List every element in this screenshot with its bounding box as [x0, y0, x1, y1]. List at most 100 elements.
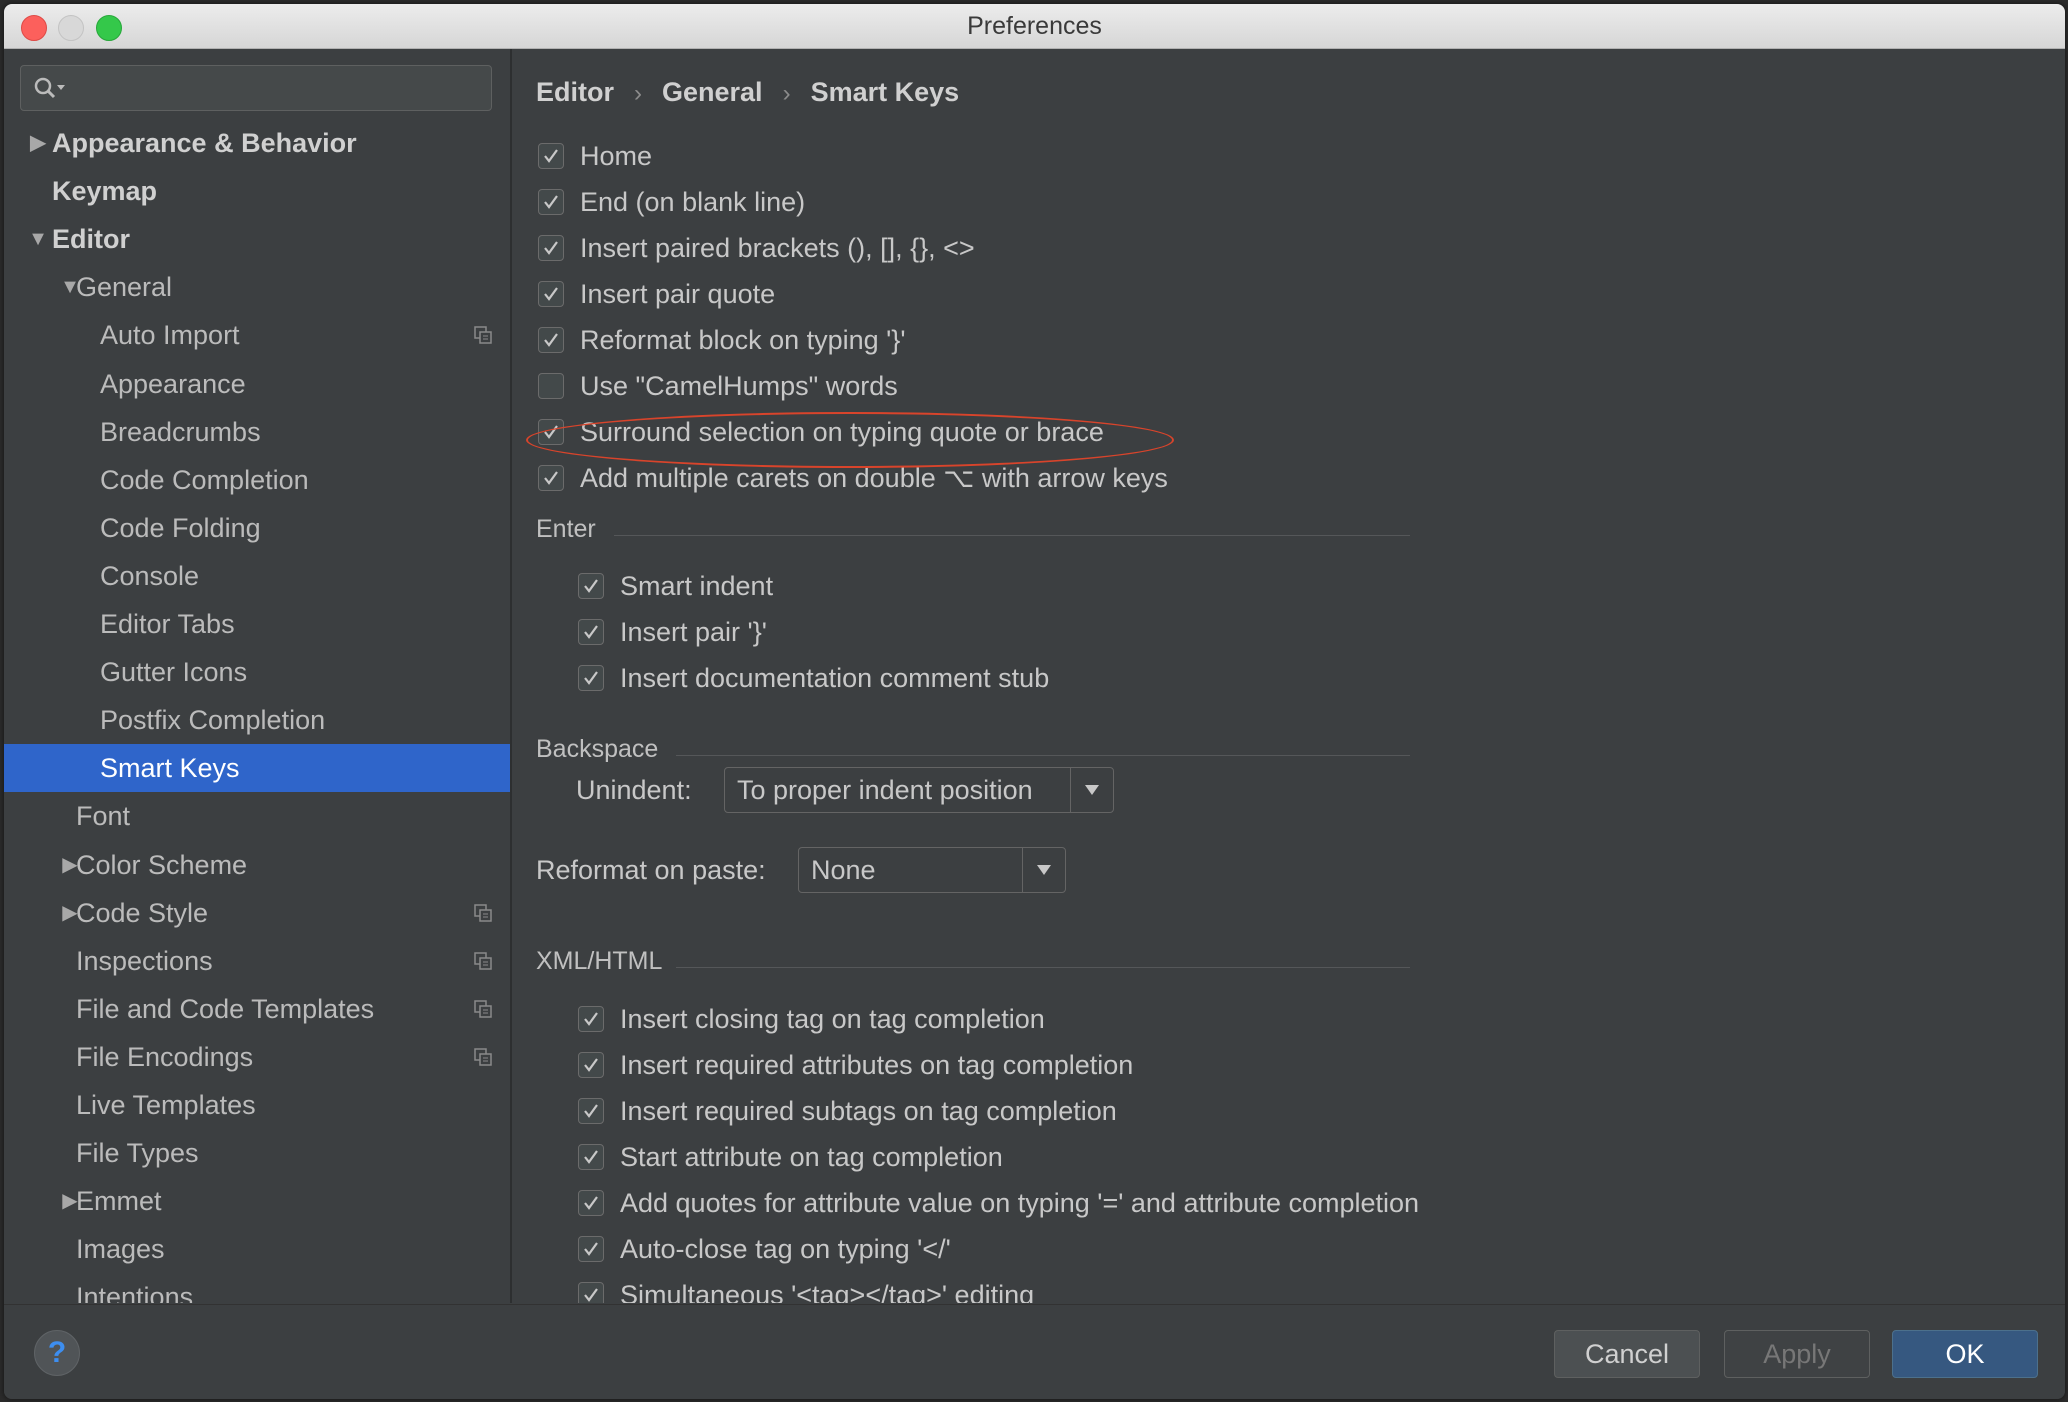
checkbox-checked[interactable] [578, 1282, 604, 1303]
sidebar-item-label: Code Style [76, 898, 209, 928]
chevron-down-icon[interactable] [1022, 848, 1065, 892]
reformat-on-paste-label: Reformat on paste: [536, 855, 766, 885]
option-label: Insert required attributes on tag comple… [620, 1050, 1134, 1080]
dialog-footer: ? Cancel Apply OK [4, 1304, 2065, 1399]
sidebar-item-appearance-behavior[interactable]: ▶ Appearance & Behavior [4, 119, 510, 167]
sidebar-item-general[interactable]: ▼ General [4, 263, 510, 311]
checkbox-checked[interactable] [578, 1006, 604, 1032]
checkbox-checked[interactable] [578, 1144, 604, 1170]
sidebar-item-editor[interactable]: ▼ Editor [4, 215, 510, 263]
project-level-icon [474, 326, 492, 344]
project-level-icon [474, 1048, 492, 1066]
sidebar-item-label: Live Templates [76, 1090, 256, 1120]
sidebar-item-code-folding[interactable]: Code Folding [4, 504, 510, 552]
sidebar-item-label: Keymap [52, 176, 158, 206]
enter-section-title: Enter [536, 515, 596, 543]
checkbox-checked[interactable] [578, 1236, 604, 1262]
smart-keys-panel: Editor › General › Smart Keys Home End (on bl… [512, 49, 2065, 1303]
sidebar-item-images[interactable]: Images [4, 1225, 510, 1273]
breadcrumb: Editor › General › Smart Keys [536, 77, 959, 108]
sidebar-item-emmet[interactable]: ▶ Emmet [4, 1177, 510, 1225]
sidebar-item-smart-keys[interactable]: Smart Keys [4, 744, 510, 792]
breadcrumb-separator-icon: › [782, 80, 791, 107]
reformat-on-paste-select[interactable]: None [798, 847, 1066, 893]
sidebar-item-label: Editor Tabs [100, 609, 235, 639]
window-title: Preferences [967, 12, 1102, 40]
sidebar-item-font[interactable]: Font [4, 792, 510, 840]
sidebar-item-code-completion[interactable]: Code Completion [4, 456, 510, 504]
unindent-select[interactable]: To proper indent position [724, 767, 1114, 813]
checkbox-checked[interactable] [578, 665, 604, 691]
checkbox-checked[interactable] [578, 1098, 604, 1124]
option-label: End (on blank line) [580, 187, 806, 217]
option-label: Insert required subtags on tag completio… [620, 1096, 1117, 1126]
sidebar-item-breadcrumbs[interactable]: Breadcrumbs [4, 408, 510, 456]
sidebar-item-live-templates[interactable]: Live Templates [4, 1081, 510, 1129]
option-label: Insert documentation comment stub [620, 663, 1050, 693]
checkbox-checked[interactable] [578, 573, 604, 599]
settings-sidebar: ▶ Appearance & Behavior Keymap ▼ Editor ▼ Gene… [4, 49, 512, 1303]
option-label: Home [580, 141, 653, 171]
sidebar-item-gutter-icons[interactable]: Gutter Icons [4, 648, 510, 696]
checkbox-checked[interactable] [578, 1052, 604, 1078]
checkbox-checked[interactable] [538, 465, 564, 491]
backspace-section-divider [676, 755, 1410, 756]
sidebar-item-editor-tabs[interactable]: Editor Tabs [4, 600, 510, 648]
sidebar-item-auto-import[interactable]: Auto Import [4, 311, 510, 359]
checkmark-icon [584, 1150, 598, 1164]
checkbox-checked[interactable] [538, 189, 564, 215]
sidebar-item-label: Code Completion [100, 465, 309, 495]
xml-html-section-divider [676, 967, 1410, 968]
sidebar-item-postfix-completion[interactable]: Postfix Completion [4, 696, 510, 744]
collapsed-arrow-icon[interactable]: ▶ [28, 119, 48, 167]
sidebar-item-console[interactable]: Console [4, 552, 510, 600]
title-bar: Preferences [4, 4, 2065, 49]
unindent-select-value: To proper indent position [737, 775, 1033, 805]
ok-button[interactable]: OK [1892, 1330, 2038, 1378]
checkmark-icon [584, 1104, 598, 1118]
checkbox-checked[interactable] [578, 1190, 604, 1216]
chevron-down-icon[interactable] [1070, 768, 1113, 812]
sidebar-item-label: Images [76, 1234, 165, 1264]
sidebar-item-label: Appearance [100, 369, 246, 399]
checkbox-checked[interactable] [538, 327, 564, 353]
cancel-button[interactable]: Cancel [1554, 1330, 1700, 1378]
option-label: Use "CamelHumps" words [580, 371, 898, 401]
checkbox-checked[interactable] [538, 419, 564, 445]
sidebar-item-label: Inspections [76, 946, 213, 976]
apply-button[interactable]: Apply [1724, 1330, 1870, 1378]
sidebar-item-keymap[interactable]: Keymap [4, 167, 510, 215]
checkmark-icon [584, 1012, 598, 1026]
help-button[interactable]: ? [34, 1330, 80, 1376]
checkbox-checked[interactable] [538, 281, 564, 307]
sidebar-item-code-style[interactable]: ▶ Code Style [4, 889, 510, 937]
checkbox-checked[interactable] [538, 143, 564, 169]
backspace-section-title: Backspace [536, 735, 659, 763]
sidebar-item-label: Editor [52, 224, 130, 254]
sidebar-item-appearance[interactable]: Appearance [4, 360, 510, 408]
preferences-window: Preferences ▶ Appearance & Behavior Keymap… [4, 4, 2065, 1399]
sidebar-item-file-types[interactable]: File Types [4, 1129, 510, 1177]
option-label: Surround selection on typing quote or br… [580, 417, 1104, 447]
checkbox-checked[interactable] [578, 619, 604, 645]
sidebar-item-intentions[interactable]: Intentions [4, 1273, 510, 1303]
checkmark-icon [544, 195, 558, 209]
expanded-arrow-icon[interactable]: ▼ [28, 215, 48, 263]
sidebar-item-label: Appearance & Behavior [52, 128, 357, 158]
option-label: Reformat block on typing '}' [580, 325, 906, 355]
sidebar-item-label: General [76, 272, 173, 302]
sidebar-item-label: Intentions [76, 1282, 194, 1303]
sidebar-item-color-scheme[interactable]: ▶ Color Scheme [4, 841, 510, 889]
checkbox-checked[interactable] [538, 235, 564, 261]
checkbox-unchecked[interactable] [538, 373, 564, 399]
sidebar-item-file-encodings[interactable]: File Encodings [4, 1033, 510, 1081]
sidebar-item-label: Breadcrumbs [100, 417, 261, 447]
sidebar-item-file-and-code-templates[interactable]: File and Code Templates [4, 985, 510, 1033]
sidebar-item-label: Color Scheme [76, 850, 248, 880]
checkmark-icon [544, 333, 558, 347]
search-input[interactable] [20, 65, 492, 111]
option-label: Insert closing tag on tag completion [620, 1004, 1045, 1034]
sidebar-item-inspections[interactable]: Inspections [4, 937, 510, 985]
enter-section-divider [614, 535, 1410, 536]
option-label: Smart indent [620, 571, 774, 601]
